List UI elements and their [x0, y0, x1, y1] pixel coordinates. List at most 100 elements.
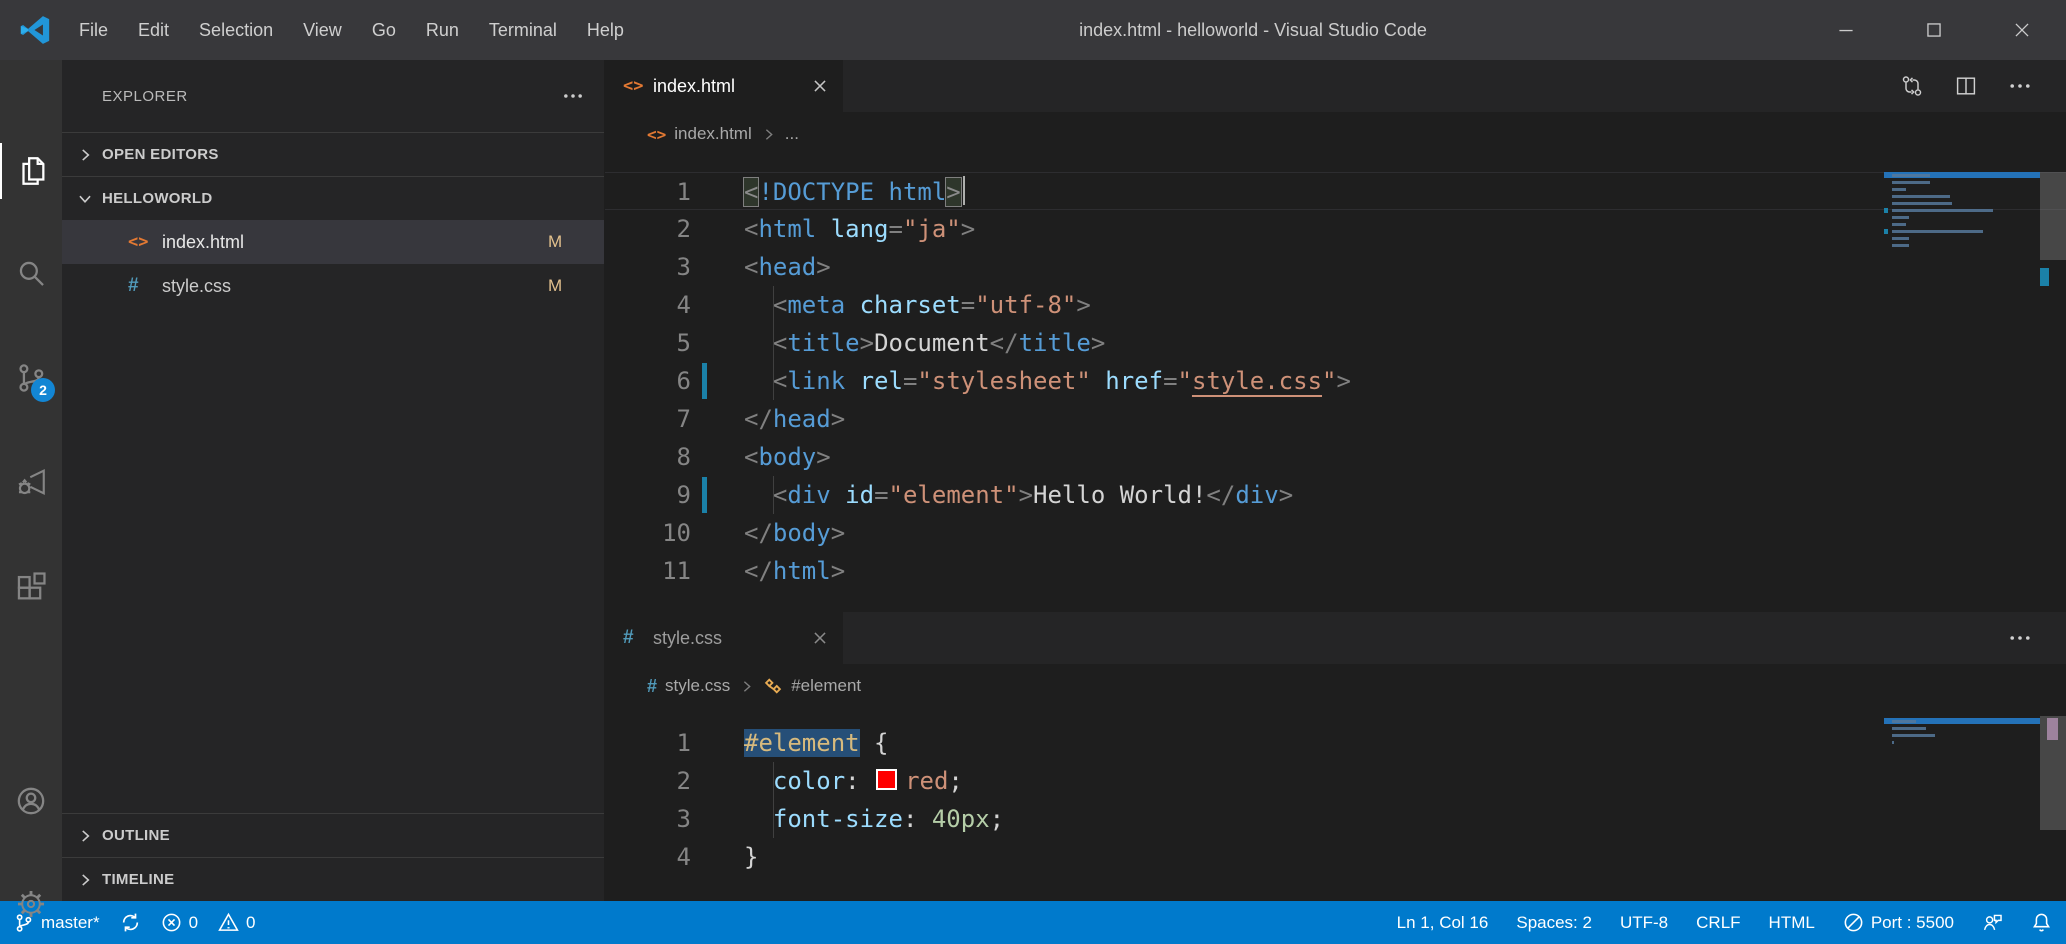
file-name: style.css: [162, 276, 548, 297]
status-encoding[interactable]: UTF-8: [1620, 913, 1668, 933]
breadcrumb-item[interactable]: <>index.html: [647, 124, 752, 144]
gutter: [691, 438, 744, 476]
circle-slash-icon: [1843, 912, 1864, 933]
activity-search[interactable]: [0, 245, 62, 301]
status-errors[interactable]: 0: [161, 912, 198, 933]
source-control-badge: 2: [31, 378, 55, 402]
code-line-2[interactable]: 2<html lang="ja">: [605, 210, 2066, 248]
minimap-line: [1884, 207, 2040, 214]
menu-selection[interactable]: Selection: [184, 0, 288, 60]
file-name: index.html: [162, 232, 548, 253]
scrollbar[interactable]: [2040, 612, 2066, 901]
menu-terminal[interactable]: Terminal: [474, 0, 572, 60]
scrollbar[interactable]: [2040, 60, 2066, 612]
close-button[interactable]: [1978, 0, 2066, 60]
code-text: <link rel="stylesheet" href="style.css">: [744, 362, 1351, 400]
gutter: [691, 514, 744, 552]
html-file-icon: <>: [128, 232, 162, 252]
status-warnings[interactable]: 0: [218, 912, 255, 933]
warning-icon: [218, 912, 239, 933]
close-tab-icon[interactable]: [811, 629, 829, 647]
tab-style-css[interactable]: # style.css: [605, 612, 843, 664]
line-number: 7: [605, 400, 691, 438]
activity-run-and-debug[interactable]: [0, 454, 62, 510]
menu-edit[interactable]: Edit: [123, 0, 184, 60]
breadcrumb-item[interactable]: #element: [763, 676, 861, 696]
menu-go[interactable]: Go: [357, 0, 411, 60]
explorer-more-actions-icon[interactable]: [562, 85, 584, 107]
gutter: [691, 400, 744, 438]
file-style.css[interactable]: #style.cssM: [62, 264, 604, 308]
code-line-5[interactable]: 5 <title>Document</title>: [605, 324, 2066, 362]
status-bar: master*00 Ln 1, Col 16Spaces: 2UTF-8CRLF…: [0, 901, 2066, 944]
text-cursor: [963, 176, 965, 205]
status-eol[interactable]: CRLF: [1696, 913, 1740, 933]
menu-view[interactable]: View: [288, 0, 357, 60]
minimap[interactable]: [1884, 172, 2040, 249]
code-line-9[interactable]: 9 <div id="element">Hello World!</div>: [605, 476, 2066, 514]
minimize-button[interactable]: [1802, 0, 1890, 60]
maximize-button[interactable]: [1890, 0, 1978, 60]
status-language-mode[interactable]: HTML: [1769, 913, 1815, 933]
minimap-line: [1884, 235, 2040, 242]
open-changes-icon[interactable]: [1900, 74, 1924, 98]
code-line-6[interactable]: 6 <link rel="stylesheet" href="style.css…: [605, 362, 2066, 400]
status-sync[interactable]: [120, 912, 141, 933]
code-line-11[interactable]: 11</html>: [605, 552, 2066, 590]
code-line-2[interactable]: 2 color: red;: [605, 762, 2066, 800]
status-feedback[interactable]: [1982, 912, 2003, 933]
file-index.html[interactable]: <>index.htmlM: [62, 220, 604, 264]
status-notifications[interactable]: [2031, 912, 2052, 933]
activity-extensions[interactable]: [0, 559, 62, 615]
activity-source-control[interactable]: 2: [0, 350, 62, 406]
line-number: 4: [605, 838, 691, 876]
code-editor-css[interactable]: 1#element {2 color: red;3 font-size: 40p…: [605, 708, 2066, 876]
indent-guide: [773, 362, 774, 400]
code-text: </head>: [744, 400, 845, 438]
menu-file[interactable]: File: [64, 0, 123, 60]
code-line-1[interactable]: 1<!DOCTYPE html>: [605, 172, 2066, 210]
code-line-8[interactable]: 8<body>: [605, 438, 2066, 476]
code-text: }: [744, 838, 758, 876]
close-tab-icon[interactable]: [811, 77, 829, 95]
section-open-editors[interactable]: OPEN EDITORS: [62, 132, 604, 176]
status-indentation[interactable]: Spaces: 2: [1516, 913, 1592, 933]
section-folder[interactable]: HELLOWORLD: [62, 176, 604, 220]
code-line-3[interactable]: 3<head>: [605, 248, 2066, 286]
css-file-icon: #: [647, 676, 657, 697]
activity-explorer[interactable]: [0, 143, 62, 199]
code-line-4[interactable]: 4 <meta charset="utf-8">: [605, 286, 2066, 324]
menu-run[interactable]: Run: [411, 0, 474, 60]
scrollbar-slider[interactable]: [2040, 172, 2066, 260]
minimap[interactable]: [1884, 718, 2040, 746]
menu-help[interactable]: Help: [572, 0, 639, 60]
more-actions-icon[interactable]: [2008, 74, 2032, 98]
code-line-3[interactable]: 3 font-size: 40px;: [605, 800, 2066, 838]
breadcrumb: #style.css #element: [605, 664, 2066, 708]
color-swatch[interactable]: [876, 769, 897, 790]
minimap-line: [1884, 718, 2040, 725]
overview-selection-marker: [2047, 718, 2058, 740]
code-line-10[interactable]: 10</body>: [605, 514, 2066, 552]
split-editor-icon[interactable]: [1954, 74, 1978, 98]
status-cursor-position[interactable]: Ln 1, Col 16: [1397, 913, 1489, 933]
activity-settings[interactable]: [0, 876, 62, 932]
code-line-1[interactable]: 1#element {: [605, 724, 2066, 762]
sidebar-spacer: [62, 308, 604, 813]
section-outline[interactable]: OUTLINE: [62, 813, 604, 857]
code-editor-html[interactable]: 1<!DOCTYPE html>2<html lang="ja">3<head>…: [605, 156, 2066, 590]
code-line-4[interactable]: 4}: [605, 838, 2066, 876]
section-timeline[interactable]: TIMELINE: [62, 857, 604, 901]
breadcrumb-item[interactable]: #style.css: [647, 676, 730, 697]
breadcrumb-item[interactable]: ...: [785, 124, 799, 144]
tab-index-html[interactable]: <> index.html: [605, 60, 843, 112]
status-live-server-port[interactable]: Port : 5500: [1843, 912, 1954, 933]
gutter: [691, 800, 744, 838]
vscode-logo: [18, 13, 52, 47]
activity-accounts[interactable]: [0, 773, 62, 829]
sync-icon: [120, 912, 141, 933]
line-number: 10: [605, 514, 691, 552]
code-line-7[interactable]: 7 </head>: [605, 400, 2066, 438]
code-text: font-size: 40px;: [744, 800, 1004, 838]
more-actions-icon[interactable]: [2008, 626, 2032, 650]
